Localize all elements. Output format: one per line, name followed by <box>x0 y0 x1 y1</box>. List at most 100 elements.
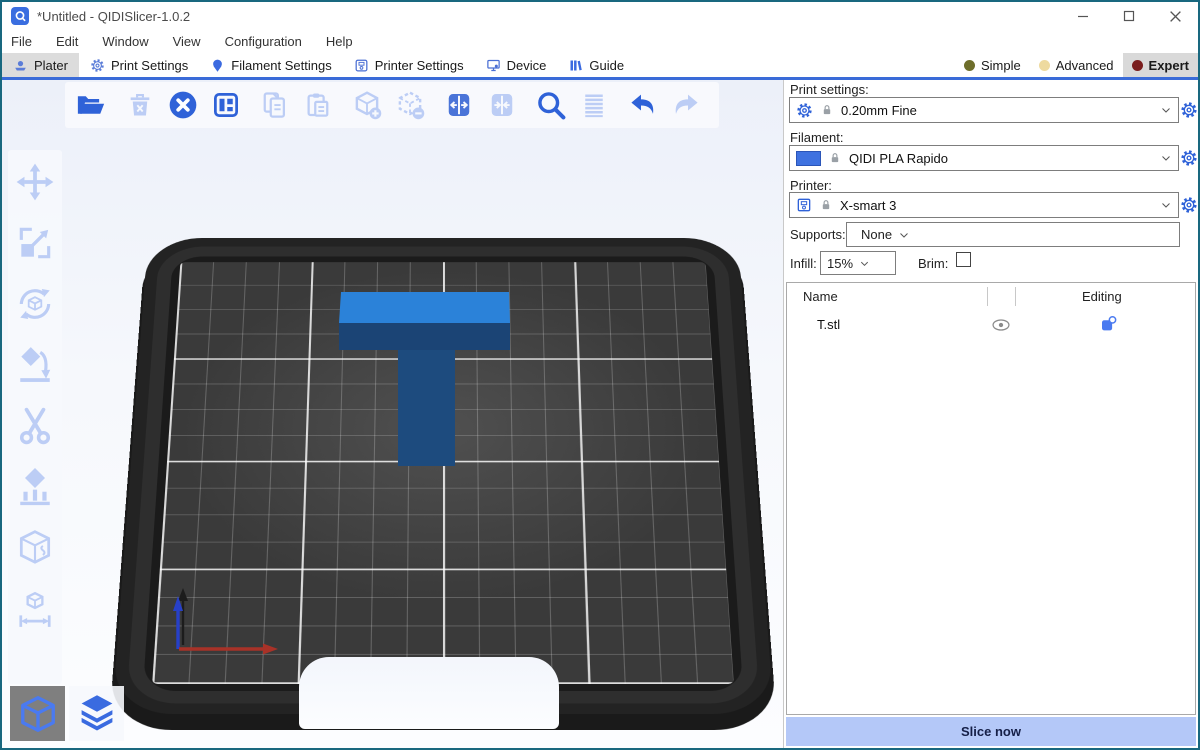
chevron-down-icon <box>859 258 870 269</box>
tab-label: Print Settings <box>111 58 188 73</box>
open-folder-icon[interactable] <box>73 87 109 123</box>
viewport-3d[interactable] <box>2 80 783 748</box>
simple-dot-icon <box>964 60 975 71</box>
tab-label: Filament Settings <box>231 58 331 73</box>
mode-label: Advanced <box>1056 58 1114 73</box>
delete-all-icon[interactable] <box>165 87 201 123</box>
tab-printer-settings[interactable]: Printer Settings <box>343 53 475 77</box>
menu-item-file[interactable]: File <box>11 34 32 49</box>
infill-combo[interactable]: 15% <box>820 251 896 275</box>
column-divider <box>1015 287 1016 306</box>
column-divider <box>987 287 988 306</box>
infill-label: Infill: <box>790 256 817 271</box>
tab-print-settings[interactable]: Print Settings <box>79 53 199 77</box>
redo-icon[interactable] <box>668 87 704 123</box>
supports-combo[interactable]: None <box>846 222 1180 247</box>
add-instance-icon[interactable] <box>349 87 385 123</box>
mode-advanced[interactable]: Advanced <box>1030 53 1123 77</box>
guide-icon <box>568 58 583 73</box>
print-settings-combo[interactable]: 0.20mm Fine <box>789 97 1179 123</box>
arrange-icon[interactable] <box>208 87 244 123</box>
advanced-dot-icon <box>1039 60 1050 71</box>
maximize-button[interactable] <box>1106 2 1152 30</box>
cut-icon[interactable] <box>13 404 57 448</box>
rotate-icon[interactable] <box>13 282 57 326</box>
edit-print-settings-gear-icon[interactable] <box>1180 101 1198 119</box>
edit-icon[interactable] <box>1099 315 1117 333</box>
lock-icon <box>828 151 842 165</box>
plater-icon <box>13 58 28 73</box>
close-button[interactable] <box>1152 2 1198 30</box>
gear-icon <box>796 102 813 119</box>
tab-device[interactable]: Device <box>475 53 558 77</box>
printer-icon <box>796 197 812 213</box>
model-t-stl[interactable] <box>330 287 520 557</box>
edit-printer-gear-icon[interactable] <box>1180 196 1198 214</box>
object-list: Name Editing T.stl <box>786 282 1196 715</box>
variable-layer-height-icon[interactable] <box>576 87 612 123</box>
paint-on-supports-icon[interactable] <box>13 465 57 509</box>
printer-label: Printer: <box>790 178 832 193</box>
place-on-face-icon[interactable] <box>13 343 57 387</box>
menu-item-edit[interactable]: Edit <box>56 34 78 49</box>
filament-label: Filament: <box>790 130 843 145</box>
remove-instance-icon[interactable] <box>392 87 428 123</box>
menu-item-configuration[interactable]: Configuration <box>225 34 302 49</box>
settings-panel: Print settings: 0.20mm Fine Filament: QI… <box>784 80 1198 748</box>
app-logo-icon <box>11 7 29 25</box>
chevron-down-icon <box>898 229 910 241</box>
delete-icon[interactable] <box>122 87 158 123</box>
filament-icon <box>210 58 225 73</box>
tab-plater[interactable]: Plater <box>2 53 79 77</box>
chevron-down-icon <box>1160 152 1172 164</box>
printer-value: X-smart 3 <box>840 198 1153 213</box>
expert-dot-icon <box>1132 60 1143 71</box>
eye-icon[interactable] <box>991 318 1011 332</box>
bed-handle-notch <box>299 657 559 729</box>
filament-combo[interactable]: QIDI PLA Rapido <box>789 145 1179 171</box>
measure-icon[interactable] <box>13 587 57 631</box>
supports-value: None <box>853 227 892 242</box>
chevron-down-icon <box>1160 104 1172 116</box>
brim-checkbox[interactable] <box>956 252 971 267</box>
object-name: T.stl <box>817 317 840 332</box>
lock-icon <box>820 103 834 117</box>
tab-guide[interactable]: Guide <box>557 53 635 77</box>
copy-icon[interactable] <box>257 87 293 123</box>
menu-bar: File Edit Window View Configuration Help <box>2 30 1198 53</box>
split-to-parts-icon[interactable] <box>484 87 520 123</box>
seam-painting-icon[interactable] <box>13 526 57 570</box>
minimize-button[interactable] <box>1060 2 1106 30</box>
cube-icon <box>17 693 59 735</box>
view-mode-toggle <box>10 686 124 741</box>
edit-filament-gear-icon[interactable] <box>1180 149 1198 167</box>
tab-label: Plater <box>34 58 68 73</box>
printer-combo[interactable]: X-smart 3 <box>789 192 1179 218</box>
menu-item-help[interactable]: Help <box>326 34 353 49</box>
chevron-down-icon <box>1160 199 1172 211</box>
gear-icon <box>90 58 105 73</box>
tab-filament-settings[interactable]: Filament Settings <box>199 53 342 77</box>
tab-label: Guide <box>589 58 624 73</box>
title-bar: *Untitled - QIDISlicer-1.0.2 <box>2 2 1198 30</box>
paste-icon[interactable] <box>300 87 336 123</box>
name-column-header: Name <box>803 289 838 304</box>
menu-item-window[interactable]: Window <box>102 34 148 49</box>
tab-label: Printer Settings <box>375 58 464 73</box>
3d-editor-view-button[interactable] <box>10 686 65 741</box>
scale-icon[interactable] <box>13 221 57 265</box>
move-icon[interactable] <box>13 160 57 204</box>
search-icon[interactable] <box>533 87 569 123</box>
tab-bar: Plater Print Settings Filament Settings … <box>2 53 1198 80</box>
device-icon <box>486 58 501 73</box>
mode-simple[interactable]: Simple <box>955 53 1030 77</box>
slice-now-button[interactable]: Slice now <box>786 717 1196 746</box>
split-to-objects-icon[interactable] <box>441 87 477 123</box>
menu-item-view[interactable]: View <box>173 34 201 49</box>
slice-now-label: Slice now <box>961 724 1021 739</box>
preview-view-button[interactable] <box>69 686 124 741</box>
undo-icon[interactable] <box>625 87 661 123</box>
supports-label: Supports: <box>790 227 846 242</box>
mode-expert[interactable]: Expert <box>1123 53 1198 77</box>
layers-icon <box>75 692 119 736</box>
